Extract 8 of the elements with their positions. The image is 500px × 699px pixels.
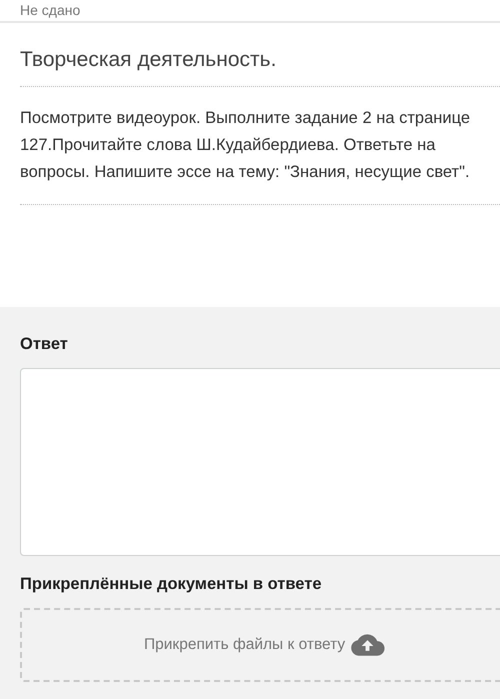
task-text: Посмотрите видеоурок. Выполните задание 2 на странице 127.Прочитайте слова Ш.Кудайбердиева. Ответьте на вопросы. Напишите эссе на тему: "Знания, несущие свет".	[20, 108, 472, 183]
attach-files-button[interactable]: Прикрепить файлы к ответу	[144, 633, 386, 657]
attachments-label: Прикреплённые документы в ответе	[20, 575, 322, 594]
status-label: Не сдано	[20, 1, 82, 18]
answer-field[interactable]	[20, 368, 500, 556]
answer-label: Ответ	[20, 335, 69, 354]
task-title: Творческая деятельность.	[20, 47, 278, 73]
cloud-upload-icon	[350, 633, 386, 657]
